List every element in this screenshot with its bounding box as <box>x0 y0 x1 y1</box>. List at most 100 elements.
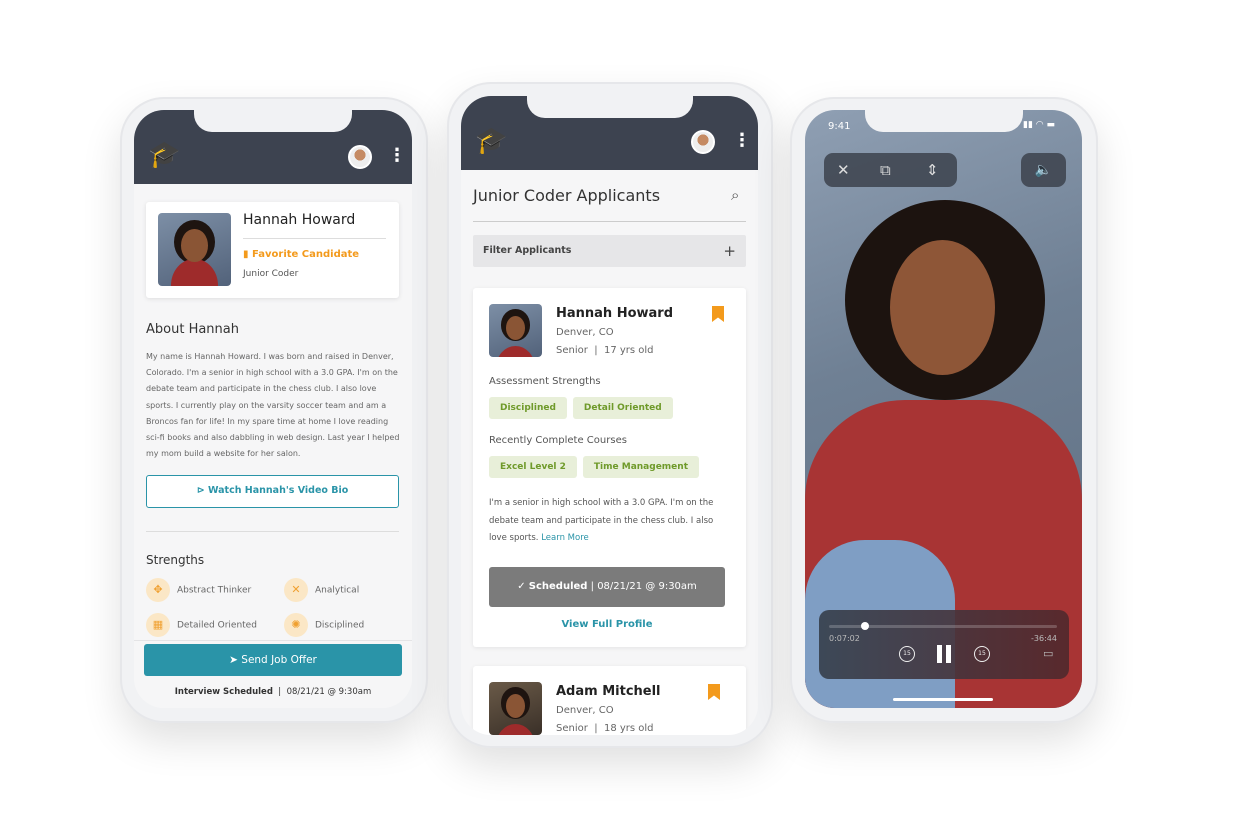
applicant-age: 17 yrs old <box>603 345 654 356</box>
strength-label: Detailed Oriented <box>177 620 257 631</box>
strategy-icon: ✕ <box>284 578 308 602</box>
tag: Detail Oriented <box>572 397 673 419</box>
filter-applicants-bar[interactable]: Filter Applicants + <box>473 235 746 267</box>
applicant-card: Hannah Howard Denver, CO Senior | 17 yrs… <box>473 288 746 647</box>
courses-title: Recently Complete Courses <box>489 435 627 446</box>
volume-button[interactable]: 🔈 <box>1021 153 1066 187</box>
send-icon: ➤ <box>229 654 238 666</box>
elapsed-time: 0:07:02 <box>829 634 860 643</box>
video-top-controls: ✕ ⧉ ⇕ <box>824 153 957 187</box>
profile-card: Hannah Howard ▮ Favorite Candidate Junio… <box>146 202 399 298</box>
send-button-label: Send Job Offer <box>241 654 317 666</box>
applicants-screen: 🎓 ⋮ Junior Coder Applicants ⌕ Filter App… <box>461 96 758 735</box>
scheduled-label: Scheduled <box>528 581 588 592</box>
about-title: About Hannah <box>146 322 239 337</box>
bottom-bar: ➤ Send Job Offer Interview Scheduled | 0… <box>134 640 412 708</box>
tag: Time Management <box>582 456 699 478</box>
strength-label: Analytical <box>315 585 360 596</box>
speaker-icon: 🔈 <box>1034 162 1053 178</box>
assessment-tags: Disciplined Detail Oriented <box>489 395 679 419</box>
more-menu-icon[interactable]: ⋮ <box>388 145 406 166</box>
favorite-label[interactable]: ▮ Favorite Candidate <box>243 249 359 260</box>
play-icon: ⊳ <box>196 485 205 496</box>
candidate-photo <box>158 213 231 286</box>
filter-label: Filter Applicants <box>483 245 572 256</box>
strength-item: ✕ Analytical <box>284 578 359 602</box>
graduation-cap-logo-icon: 🎓 <box>475 126 508 156</box>
divider <box>243 238 386 239</box>
notch <box>526 96 693 118</box>
bookmark-icon: ▮ <box>243 249 249 260</box>
applicant-card: Adam Mitchell Denver, CO Senior | 18 yrs… <box>473 666 746 735</box>
notch <box>194 110 352 132</box>
applicant-photo <box>489 682 542 735</box>
applicant-location: Denver, CO <box>556 705 614 716</box>
bookmark-icon[interactable] <box>708 684 720 700</box>
captions-icon[interactable]: ▭ <box>1043 647 1053 660</box>
view-full-profile-link[interactable]: View Full Profile <box>473 619 741 630</box>
notch <box>864 110 1023 132</box>
interview-label: Interview Scheduled <box>174 687 273 697</box>
close-icon[interactable]: ✕ <box>837 153 850 187</box>
more-menu-icon[interactable]: ⋮ <box>733 130 751 151</box>
applicant-name[interactable]: Adam Mitchell <box>556 684 661 699</box>
divider <box>146 531 399 532</box>
interview-status: Interview Scheduled | 08/21/21 @ 9:30am <box>174 687 372 697</box>
player-controls: 0:07:02 -36:44 15 15 ▭ <box>819 610 1069 679</box>
assessment-title: Assessment Strengths <box>489 376 601 387</box>
video-screen: 9:41 ▮▮ ◠ ▬ ✕ ⧉ ⇕ 🔈 0:07:02 -36:44 15 15… <box>805 110 1082 708</box>
strength-label: Abstract Thinker <box>177 585 252 596</box>
status-icons: ▮▮ ◠ ▬ <box>1023 120 1055 130</box>
divider <box>473 221 746 222</box>
tag: Disciplined <box>489 397 567 419</box>
check-circle-icon: ✓ <box>517 581 526 592</box>
applicant-grade: Senior <box>556 345 588 356</box>
applicant-photo <box>489 304 542 357</box>
strength-item: ▦ Detailed Oriented <box>146 613 257 637</box>
search-icon[interactable]: ⌕ <box>731 186 739 204</box>
bookmark-icon[interactable] <box>712 306 724 322</box>
learn-more-link[interactable]: Learn More <box>541 533 589 543</box>
avatar[interactable] <box>348 145 372 169</box>
home-indicator <box>893 698 993 701</box>
plus-icon: + <box>723 242 736 260</box>
graduation-cap-logo-icon: 🎓 <box>148 140 181 170</box>
grid-icon: ▦ <box>146 613 170 637</box>
strengths-title: Strengths <box>146 553 205 567</box>
applicant-grade: Senior <box>556 723 588 734</box>
status-time: 9:41 <box>828 121 851 132</box>
profile-screen: 🎓 ⋮ Hannah Howard ▮ Favorite Candidate J… <box>134 110 412 708</box>
scheduled-date: 08/21/21 @ 9:30am <box>597 581 697 592</box>
target-icon: ✺ <box>284 613 308 637</box>
remaining-time: -36:44 <box>1031 634 1057 643</box>
applicant-name[interactable]: Hannah Howard <box>556 306 673 321</box>
watch-video-button[interactable]: ⊳ Watch Hannah's Video Bio <box>146 475 399 508</box>
move-icon: ✥ <box>146 578 170 602</box>
applicant-meta: Senior | 18 yrs old <box>556 723 654 734</box>
tag: Excel Level 2 <box>489 456 577 478</box>
page-title: Junior Coder Applicants <box>473 186 661 205</box>
picture-in-picture-icon[interactable]: ⧉ <box>880 153 891 187</box>
rewind-15-button[interactable]: 15 <box>899 646 915 662</box>
about-text: My name is Hannah Howard. I was born and… <box>146 352 400 459</box>
progress-knob[interactable] <box>861 622 870 630</box>
applicant-location: Denver, CO <box>556 327 614 338</box>
applicant-meta: Senior | 17 yrs old <box>556 345 654 356</box>
strength-item: ✥ Abstract Thinker <box>146 578 251 602</box>
forward-15-button[interactable]: 15 <box>974 646 990 662</box>
candidate-role: Junior Coder <box>243 269 299 279</box>
send-job-offer-button[interactable]: ➤ Send Job Offer <box>144 644 402 676</box>
candidate-name: Hannah Howard <box>243 212 356 228</box>
applicant-age: 18 yrs old <box>603 723 654 734</box>
video-button-label: Watch Hannah's Video Bio <box>208 485 349 496</box>
pause-button[interactable] <box>937 645 951 663</box>
avatar[interactable] <box>691 130 715 154</box>
strength-label: Disciplined <box>315 620 365 631</box>
bio-text: I'm a senior in high school with a 3.0 G… <box>489 498 714 543</box>
scheduled-button[interactable]: ✓ Scheduled | 08/21/21 @ 9:30am <box>489 567 725 607</box>
interview-date: 08/21/21 @ 9:30am <box>286 687 372 697</box>
favorite-text: Favorite Candidate <box>252 249 360 260</box>
course-tags: Excel Level 2 Time Management <box>489 454 705 478</box>
strength-item: ✺ Disciplined <box>284 613 364 637</box>
resize-icon[interactable]: ⇕ <box>926 153 939 187</box>
